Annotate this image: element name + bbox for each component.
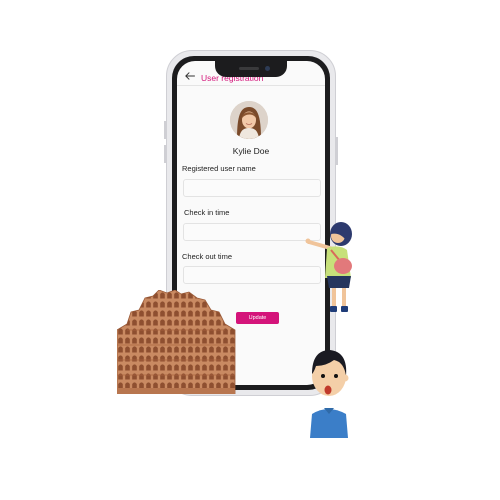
- volume-up-button: [164, 121, 166, 139]
- woman-pointing-illustration: [305, 222, 352, 312]
- field-label-check-in: Check in time: [184, 208, 230, 217]
- field-label-check-out: Check out time: [182, 252, 233, 261]
- palace-illustration: [117, 290, 236, 394]
- user-name-input[interactable]: [183, 179, 321, 197]
- camera-icon: [265, 66, 270, 71]
- check-out-time-input[interactable]: [183, 266, 321, 284]
- power-button: [336, 137, 338, 165]
- check-in-time-input[interactable]: [183, 223, 321, 241]
- volume-down-button: [164, 145, 166, 163]
- user-avatar-icon: [230, 101, 268, 139]
- field-label-user-name: Registered user name: [182, 164, 256, 173]
- avatar: [230, 101, 268, 139]
- speaker-icon: [239, 67, 259, 70]
- surprised-boy-illustration: [310, 350, 349, 438]
- phone-notch: [215, 61, 287, 77]
- profile-name: Kylie Doe: [232, 146, 270, 156]
- update-button[interactable]: Update: [236, 312, 279, 324]
- arrow-left-icon[interactable]: [185, 72, 195, 80]
